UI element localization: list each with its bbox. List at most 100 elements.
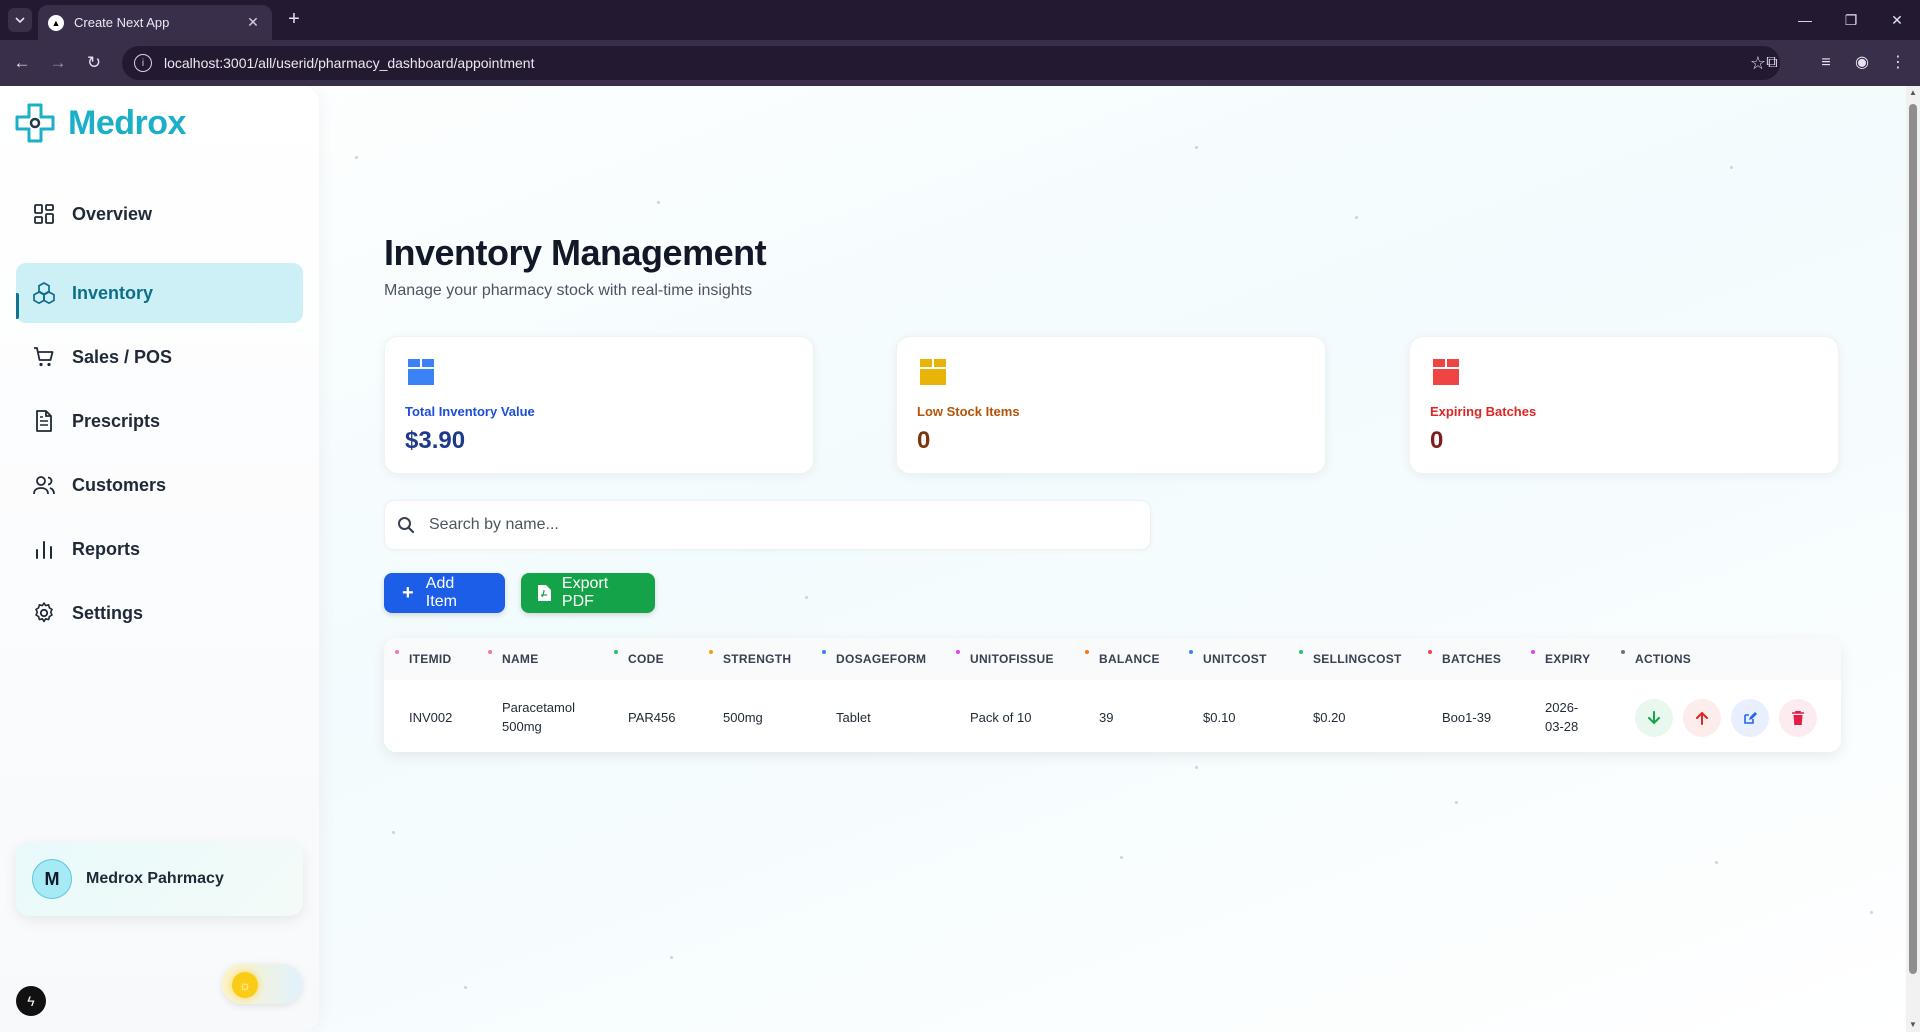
sidebar: Medrox Overview Inventory Sales / POS Pr [0,86,319,1032]
column-header-unitcost[interactable]: UNITCOST [1189,650,1267,666]
user-profile-card[interactable]: M Medrox Pahrmacy [16,842,303,916]
column-dot [614,650,618,654]
column-dot [395,650,399,654]
media-control-icon[interactable]: ≡ [1814,51,1838,75]
document-icon [32,409,56,433]
decorative-dot [670,956,673,959]
column-dot [1428,650,1432,654]
decorative-dot [1715,861,1718,864]
cell-name-line: 500mg [502,719,542,734]
add-item-button[interactable]: + Add Item [384,573,505,613]
bar-chart-icon [32,537,56,561]
column-header-code[interactable]: CODE [614,650,664,666]
column-dot [1531,650,1535,654]
column-header-itemid[interactable]: ITEMID [395,650,451,666]
stat-label: Expiring Batches [1430,404,1537,419]
cell-strength: 500mg [723,710,763,725]
cubes-icon [32,281,56,305]
sidebar-item-label: Inventory [72,282,154,303]
tab-list-button[interactable] [8,8,32,32]
column-header-name[interactable]: NAME [488,650,539,666]
sidebar-item-label: Customers [72,474,167,495]
decorative-dot [1355,216,1358,219]
decorative-dot [1730,166,1733,169]
scroll-up-icon[interactable]: ▲ [1906,86,1920,100]
sidebar-item-prescripts[interactable]: Prescripts [16,391,303,451]
column-header-sellingcost[interactable]: SELLINGCOST [1299,650,1402,666]
reload-icon[interactable]: ↻ [82,51,106,75]
restore-icon[interactable]: ❐ [1828,8,1874,32]
cell-balance: 39 [1099,710,1114,725]
decorative-dot [464,986,467,989]
cart-icon [32,345,56,369]
stat-card-expiring-batches: Expiring Batches 0 [1409,336,1839,474]
column-dot [1189,650,1193,654]
column-header-balance[interactable]: BALANCE [1085,650,1160,666]
column-dot [488,650,492,654]
chevron-down-icon [15,17,25,24]
decorative-dot [1870,911,1873,914]
sidebar-item-settings[interactable]: Settings [16,583,303,643]
sidebar-item-inventory[interactable]: Inventory [16,263,303,323]
sidebar-item-customers[interactable]: Customers [16,455,303,515]
cell-name: Paracetamol 500mg [502,698,575,736]
back-icon[interactable]: ← [10,51,34,75]
close-tab-icon[interactable]: ✕ [244,14,262,31]
gear-icon [32,601,56,625]
decorative-dot [1455,801,1458,804]
cell-name-line: Paracetamol [502,700,575,715]
plus-icon: + [402,581,414,604]
edit-button[interactable] [1731,699,1769,737]
browser-tab[interactable]: ▲ Create Next App ✕ [38,5,272,40]
cell-expiry: 2026- 03-28 [1545,698,1578,736]
sidebar-item-reports[interactable]: Reports [16,519,303,579]
stat-card-low-stock: Low Stock Items 0 [896,336,1326,474]
column-header-unitofissue[interactable]: UNITOFISSUE [956,650,1054,666]
column-header-dosageform[interactable]: DOSAGEFORM [822,650,926,666]
extensions-icon[interactable]: ⧉ [1760,51,1784,75]
minimize-icon[interactable]: — [1782,8,1828,32]
sidebar-item-sales-pos[interactable]: Sales / POS [16,327,303,387]
forward-icon[interactable]: → [46,51,70,75]
theme-toggle[interactable]: ☼ [222,964,302,1004]
scroll-down-icon[interactable]: ▼ [1906,1018,1920,1032]
sun-icon: ☼ [232,972,258,998]
decorative-dot [805,596,808,599]
tab-title: Create Next App [74,15,170,30]
export-pdf-label: Export PDF [561,575,609,610]
search-bar[interactable] [384,500,1151,550]
menu-icon[interactable]: ⋮ [1886,51,1910,75]
cell-sellingcost: $0.20 [1313,710,1346,725]
search-input[interactable] [429,516,1150,534]
stock-in-button[interactable] [1635,699,1673,737]
page-scrollbar[interactable]: ▲ ▼ [1906,86,1920,1032]
sidebar-item-overview[interactable]: Overview [16,184,303,244]
cell-unitcost: $0.10 [1203,710,1236,725]
column-header-batches[interactable]: BATCHES [1428,650,1501,666]
close-window-icon[interactable]: ✕ [1874,8,1920,32]
address-bar[interactable]: i localhost:3001/all/userid/pharmacy_das… [122,46,1780,80]
scrollbar-thumb[interactable] [1909,104,1917,974]
stock-out-button[interactable] [1683,699,1721,737]
cell-code: PAR456 [628,710,676,725]
decorative-dot [355,156,358,159]
column-header-strength[interactable]: STRENGTH [709,650,791,666]
delete-button[interactable] [1779,699,1817,737]
column-header-expiry[interactable]: EXPIRY [1531,650,1590,666]
profile-icon[interactable]: ◉ [1850,51,1874,75]
site-info-icon[interactable]: i [134,54,152,72]
nextjs-dev-indicator-icon[interactable]: ϟ [16,986,46,1016]
brand-name: Medrox [68,103,186,142]
decorative-dot [392,831,395,834]
new-tab-button[interactable]: + [282,8,306,32]
stat-label: Low Stock Items [917,404,1020,419]
export-pdf-button[interactable]: Export PDF [521,573,655,613]
brand-logo[interactable]: Medrox [14,102,186,144]
cell-expiry-line: 03-28 [1545,719,1579,734]
browser-tab-bar: ▲ Create Next App ✕ + — ❐ ✕ [0,0,1920,40]
nextjs-favicon-icon: ▲ [48,14,64,31]
url-text[interactable]: localhost:3001/all/userid/pharmacy_dashb… [164,55,1750,71]
stat-value: 0 [1430,427,1444,454]
page-title: Inventory Management [384,232,767,273]
profile-name: Medrox Pahrmacy [86,870,224,887]
